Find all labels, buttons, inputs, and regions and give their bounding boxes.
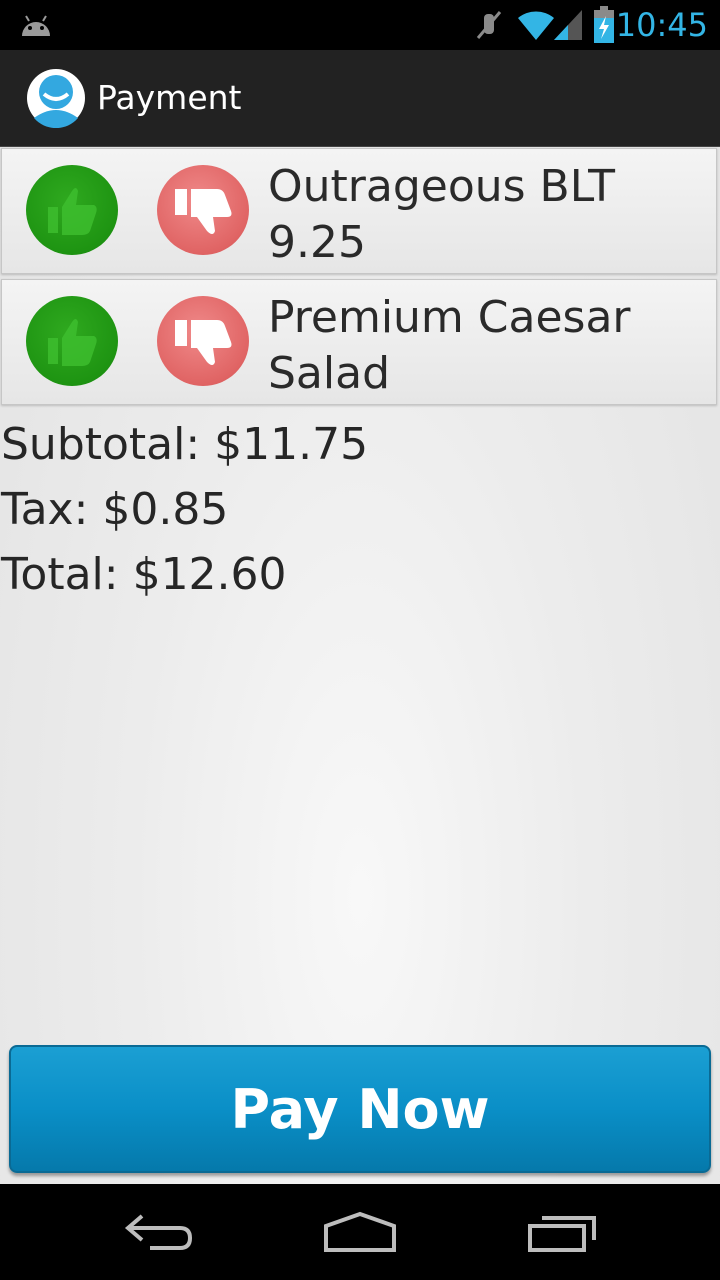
thumbs-down-icon [175,320,232,365]
thumbs-up-button[interactable] [26,165,118,255]
back-icon[interactable] [120,1210,196,1258]
tax-label: Tax: $0.85 [1,484,229,535]
order-item: Outrageous BLT 9.25 [1,148,717,274]
pay-now-button[interactable]: Pay Now [9,1045,711,1173]
battery-charging-icon [592,6,616,48]
subtotal-label: Subtotal: $11.75 [1,419,369,470]
item-name: Premium Caesar [268,292,631,343]
navigation-bar [0,1184,720,1280]
order-totals: Subtotal: $11.75 Tax: $0.85 Total: $12.6… [1,412,368,607]
action-bar: Payment [0,50,720,147]
page-title: Payment [97,78,242,117]
signal-icon [552,8,584,46]
mute-icon [474,8,504,46]
thumbs-down-icon [175,189,232,234]
recent-apps-icon[interactable] [524,1210,600,1258]
item-details: Outrageous BLT 9.25 [268,159,708,271]
total-label: Total: $12.60 [1,549,287,600]
item-details: Premium Caesar Salad [268,290,708,402]
payment-screen: 10:45 Payment Outrageous BLT 9.25 Premiu… [0,0,720,1280]
thumbs-down-button[interactable] [157,165,249,255]
thumbs-up-icon [48,319,97,366]
thumbs-up-icon [48,188,97,235]
wifi-icon [516,8,556,46]
item-name: Outrageous BLT [268,161,616,212]
order-item: Premium Caesar Salad [1,279,717,405]
item-price: 9.25 [268,217,366,268]
thumbs-up-button[interactable] [26,296,118,386]
item-name-line2: Salad [268,348,391,399]
home-icon[interactable] [318,1210,402,1258]
app-logo-icon[interactable] [26,68,86,132]
status-bar: 10:45 [0,0,720,50]
android-icon [18,10,54,42]
pay-now-label: Pay Now [230,1078,490,1141]
status-clock: 10:45 [615,6,708,44]
thumbs-down-button[interactable] [157,296,249,386]
